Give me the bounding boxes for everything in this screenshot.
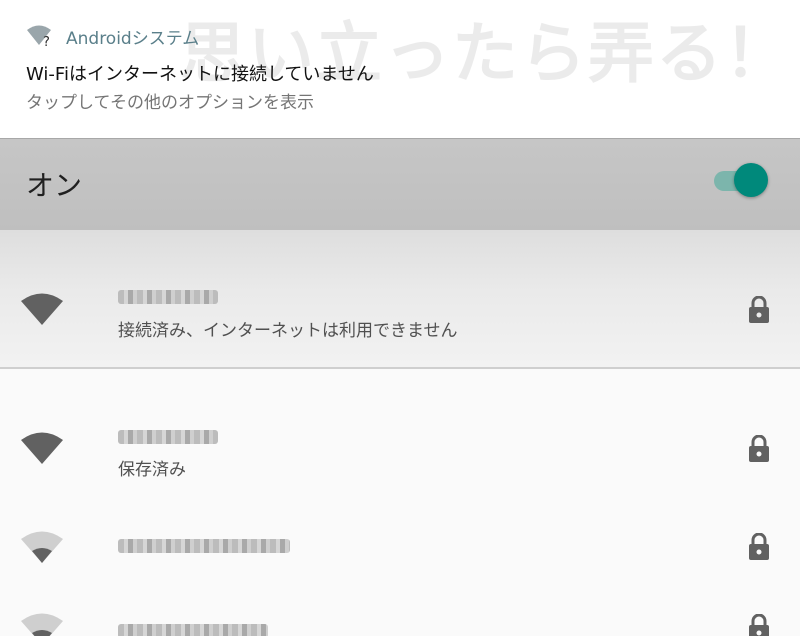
notification-app-name: Androidシステム (66, 28, 200, 49)
network-ssid-blurred (118, 290, 218, 304)
notification-header: ? Androidシステム (26, 22, 199, 50)
wifi-master-switch-bar[interactable]: オン (0, 138, 800, 231)
notification-title: Wi-Fiはインターネットに接続していません (26, 64, 374, 85)
network-item[interactable] (0, 584, 800, 636)
lock-icon (748, 532, 770, 561)
wifi-full-icon (20, 431, 64, 467)
wifi-full-icon (20, 292, 64, 328)
network-ssid-blurred (118, 430, 218, 444)
wifi-toggle-switch[interactable] (714, 163, 770, 199)
network-item-saved[interactable]: 保存済み (0, 369, 800, 506)
toggle-thumb (734, 163, 768, 197)
notification-subtitle: タップしてその他のオプションを表示 (26, 93, 314, 113)
lock-icon (748, 434, 770, 463)
wifi-switch-label: オン (26, 169, 83, 202)
wifi-question-icon: ? (26, 24, 56, 50)
wifi-weak-icon (20, 530, 64, 566)
lock-icon (748, 613, 770, 636)
wifi-weak-icon (20, 612, 64, 636)
network-status: 接続済み、インターネットは利用できません (118, 321, 458, 341)
lock-icon (748, 295, 770, 324)
network-ssid-blurred (118, 539, 290, 553)
network-item-connected[interactable]: 接続済み、インターネットは利用できません (0, 230, 800, 369)
network-status: 保存済み (118, 460, 186, 480)
network-item[interactable] (0, 506, 800, 584)
network-ssid-blurred (118, 624, 268, 636)
wifi-notification[interactable]: 思い立ったら弄る！ ? Androidシステム Wi-Fiはインターネットに接続… (0, 0, 800, 138)
svg-text:?: ? (43, 35, 50, 48)
